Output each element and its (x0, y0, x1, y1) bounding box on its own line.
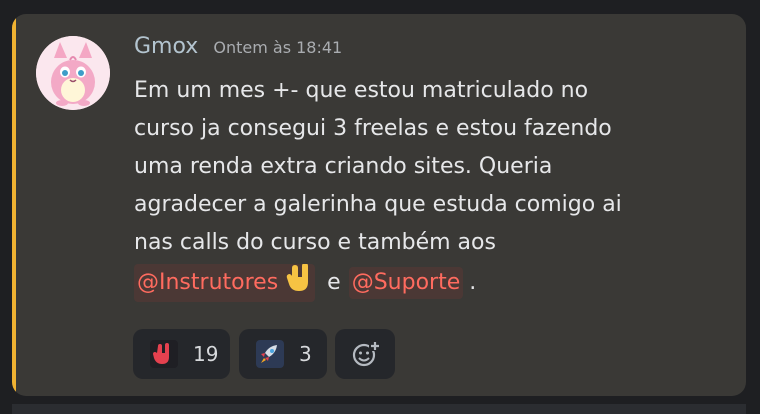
message-header: Gmox Ontem às 18:41 (134, 34, 342, 59)
highlight-accent-bar (12, 14, 16, 396)
add-reaction-icon (349, 338, 381, 370)
reaction-count: 3 (299, 342, 312, 366)
reaction-count: 19 (193, 342, 219, 366)
reaction-rock[interactable]: 19 (133, 329, 230, 379)
conjunction-text: e (327, 270, 341, 295)
mention-suporte[interactable]: @Suporte (348, 267, 464, 299)
avatar[interactable] (36, 36, 110, 110)
end-punctuation: . (469, 270, 477, 295)
username[interactable]: Gmox (134, 34, 198, 59)
message-line: agradecer a galerinha que estuda comigo … (134, 192, 622, 217)
timestamp[interactable]: Ontem às 18:41 (213, 38, 342, 57)
message-line: Em um mes +- que estou matriculado no (134, 78, 589, 103)
mention-instrutores[interactable]: @Instrutores (134, 263, 316, 302)
add-reaction-button[interactable] (335, 329, 395, 379)
message-line: nas calls do curso e também aos (134, 230, 496, 255)
message-line: curso ja consegui 3 freelas e estou faze… (134, 116, 612, 141)
next-message-edge (12, 404, 746, 414)
message-line: @Instrutores e @Suporte. (134, 263, 694, 302)
message-content: Em um mes +- que estou matriculado no cu… (134, 72, 694, 302)
message-line: uma renda extra criando sites. Queria (134, 154, 553, 179)
message-card: Gmox Ontem às 18:41 Em um mes +- que est… (12, 14, 746, 396)
rocket-icon (255, 339, 285, 369)
rock-hand-icon (149, 339, 179, 369)
rock-hand-icon (286, 263, 312, 302)
mention-label: @Instrutores (137, 270, 279, 295)
reaction-rocket[interactable]: 3 (239, 329, 327, 379)
